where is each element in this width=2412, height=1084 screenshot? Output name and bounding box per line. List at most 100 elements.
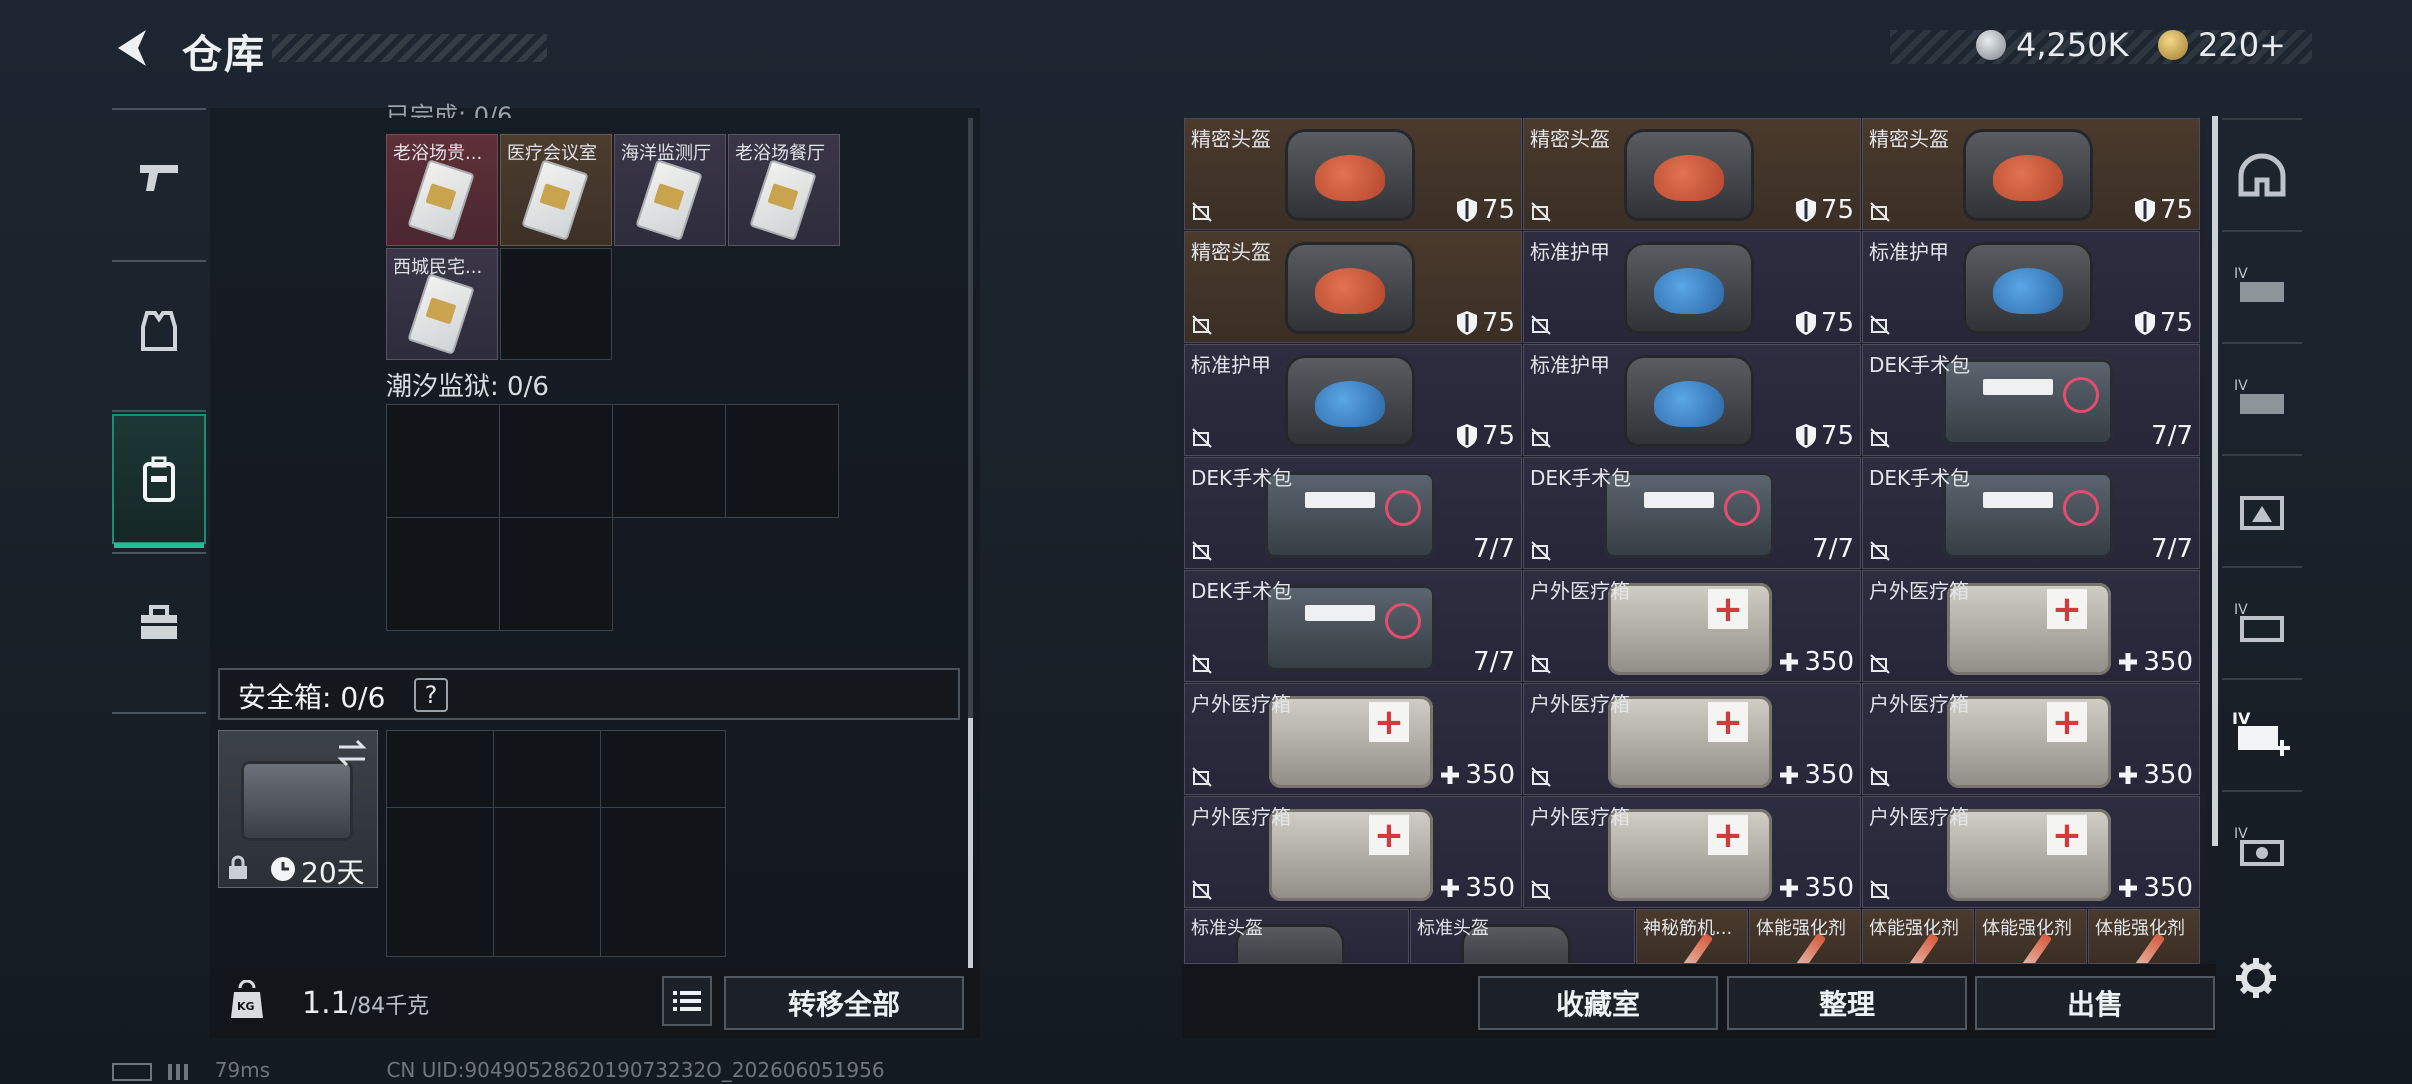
lock-icon: [229, 855, 247, 879]
keycard-name: 西城民宅...: [393, 257, 483, 278]
stash-item[interactable]: 精密头盔 75: [1862, 118, 2200, 230]
medical-box-image: [1608, 696, 1772, 788]
transfer-all-button[interactable]: 转移全部: [724, 976, 964, 1030]
keycard-item[interactable]: 老浴场贵...: [386, 134, 498, 246]
stash-item[interactable]: DEK手术包 7/7: [1184, 457, 1522, 569]
item-value-text: 350: [2143, 760, 2193, 790]
stash-item[interactable]: 标准护甲 75: [1523, 231, 1861, 343]
stash-item[interactable]: 标准护甲 75: [1523, 344, 1861, 456]
item-name: 体能强化剂: [1982, 918, 2072, 939]
sell-button[interactable]: 出售: [1975, 976, 2215, 1030]
empty-slot[interactable]: [386, 730, 494, 808]
ammo-box-icon: [2240, 496, 2284, 530]
stash-item[interactable]: 户外医疗箱 350: [1523, 570, 1861, 682]
item-value-text: 75: [1820, 421, 1854, 451]
empty-slot[interactable]: [499, 404, 613, 518]
item-value: 7/7: [1473, 647, 1515, 677]
collection-room-button[interactable]: 收藏室: [1478, 976, 1718, 1030]
nav-backpack[interactable]: [112, 414, 206, 548]
stash-item[interactable]: 标准护甲 75: [1862, 231, 2200, 343]
item-name: 标准护甲: [1530, 353, 1610, 377]
empty-slot[interactable]: [600, 807, 726, 957]
armor-image: [1624, 242, 1754, 334]
nav-container-filter[interactable]: IV: [2222, 566, 2302, 678]
stash-item[interactable]: 精密头盔 75: [1184, 118, 1522, 230]
item-name: 精密头盔: [1530, 127, 1610, 151]
nav-misc-filter[interactable]: IV: [2222, 790, 2302, 902]
right-scroll-track[interactable]: [2212, 116, 2218, 846]
item-name: DEK手术包: [1869, 466, 1971, 490]
empty-slot[interactable]: [499, 517, 613, 631]
organize-button[interactable]: 整理: [1727, 976, 1967, 1030]
stash-item[interactable]: DEK手术包 7/7: [1862, 457, 2200, 569]
nav-toolbox[interactable]: [112, 558, 206, 688]
swap-icon[interactable]: [335, 739, 369, 767]
stash-item[interactable]: 精密头盔 75: [1184, 231, 1522, 343]
settings-gear-icon[interactable]: [2234, 956, 2278, 1000]
list-view-button[interactable]: [662, 976, 712, 1026]
stash-item[interactable]: 户外医疗箱 350: [1862, 683, 2200, 795]
weight-max: /84千克: [349, 994, 430, 1019]
stash-item[interactable]: 户外医疗箱 350: [1184, 796, 1522, 908]
keycard-item[interactable]: 老浴场餐厅: [728, 134, 840, 246]
stash-item[interactable]: 标准头盔: [1410, 909, 1635, 964]
stash-item[interactable]: 户外医疗箱 350: [1862, 570, 2200, 682]
stash-item[interactable]: 户外医疗箱 350: [1523, 683, 1861, 795]
stash-item[interactable]: 神秘筋机...: [1636, 909, 1748, 964]
back-arrow-icon[interactable]: [112, 26, 156, 70]
nav-helmet-filter[interactable]: [2222, 118, 2302, 230]
empty-slot[interactable]: [386, 517, 500, 631]
weight-value: 1.1: [302, 986, 350, 1021]
nav-medical-filter[interactable]: IV: [2222, 678, 2302, 790]
stash-item[interactable]: 体能强化剂: [1749, 909, 1861, 964]
empty-slot[interactable]: [612, 404, 726, 518]
empty-slot[interactable]: [493, 730, 601, 808]
item-name: 户外医疗箱: [1530, 692, 1630, 716]
left-category-nav: [112, 108, 206, 716]
stash-item[interactable]: 体能强化剂: [1862, 909, 1974, 964]
empty-slot[interactable]: [386, 404, 500, 518]
keycard-item[interactable]: 西城民宅...: [386, 248, 498, 360]
empty-slot[interactable]: [725, 404, 839, 518]
list-icon: [673, 991, 701, 1011]
nav-vest-filter[interactable]: IV: [2222, 342, 2302, 454]
stash-item[interactable]: 体能强化剂: [2088, 909, 2200, 964]
nav-ammo-filter[interactable]: [2222, 454, 2302, 566]
help-button[interactable]: ?: [414, 678, 448, 712]
stash-item[interactable]: 标准头盔: [1184, 909, 1409, 964]
armor-image: [1963, 242, 2093, 334]
left-scroll-track[interactable]: [968, 118, 973, 718]
durability-shield-icon: [1795, 424, 1816, 448]
prison-label: 潮汐监狱: 0/6: [386, 372, 549, 402]
empty-slot[interactable]: [600, 730, 726, 808]
item-value: 350: [1439, 873, 1515, 903]
item-name: 户外医疗箱: [1191, 692, 1291, 716]
nav-armor-filter[interactable]: IV: [2222, 230, 2302, 342]
nav-armor[interactable]: [112, 266, 206, 396]
empty-slot[interactable]: [500, 248, 612, 360]
stash-item[interactable]: DEK手术包 7/7: [1862, 344, 2200, 456]
stash-item[interactable]: DEK手术包 7/7: [1523, 457, 1861, 569]
keycard-item[interactable]: 海洋监测厅: [614, 134, 726, 246]
stash-item[interactable]: 户外医疗箱 350: [1523, 796, 1861, 908]
empty-slot[interactable]: [493, 807, 601, 957]
helmet-image: [1963, 129, 2093, 221]
safebox-container[interactable]: 20天: [218, 730, 378, 889]
medical-box-image: [1608, 809, 1772, 901]
keycard-item[interactable]: 医疗会议室: [500, 134, 612, 246]
empty-slot[interactable]: [386, 807, 494, 957]
item-value-text: 350: [2143, 647, 2193, 677]
item-value-text: 75: [1820, 195, 1854, 225]
stash-item[interactable]: 标准护甲 75: [1184, 344, 1522, 456]
toolbox-icon: [141, 605, 177, 639]
weight-icon: KG: [230, 979, 264, 1020]
nav-weapons[interactable]: [112, 112, 206, 242]
stash-item[interactable]: 精密头盔 75: [1523, 118, 1861, 230]
stash-item[interactable]: 体能强化剂: [1975, 909, 2087, 964]
stash-item[interactable]: DEK手术包 7/7: [1184, 570, 1522, 682]
stash-item[interactable]: 户外医疗箱 350: [1862, 796, 2200, 908]
item-name: 户外医疗箱: [1530, 805, 1630, 829]
stash-item[interactable]: 户外医疗箱 350: [1184, 683, 1522, 795]
left-scroll-thumb[interactable]: [968, 718, 973, 968]
item-value-text: 7/7: [1473, 534, 1515, 564]
